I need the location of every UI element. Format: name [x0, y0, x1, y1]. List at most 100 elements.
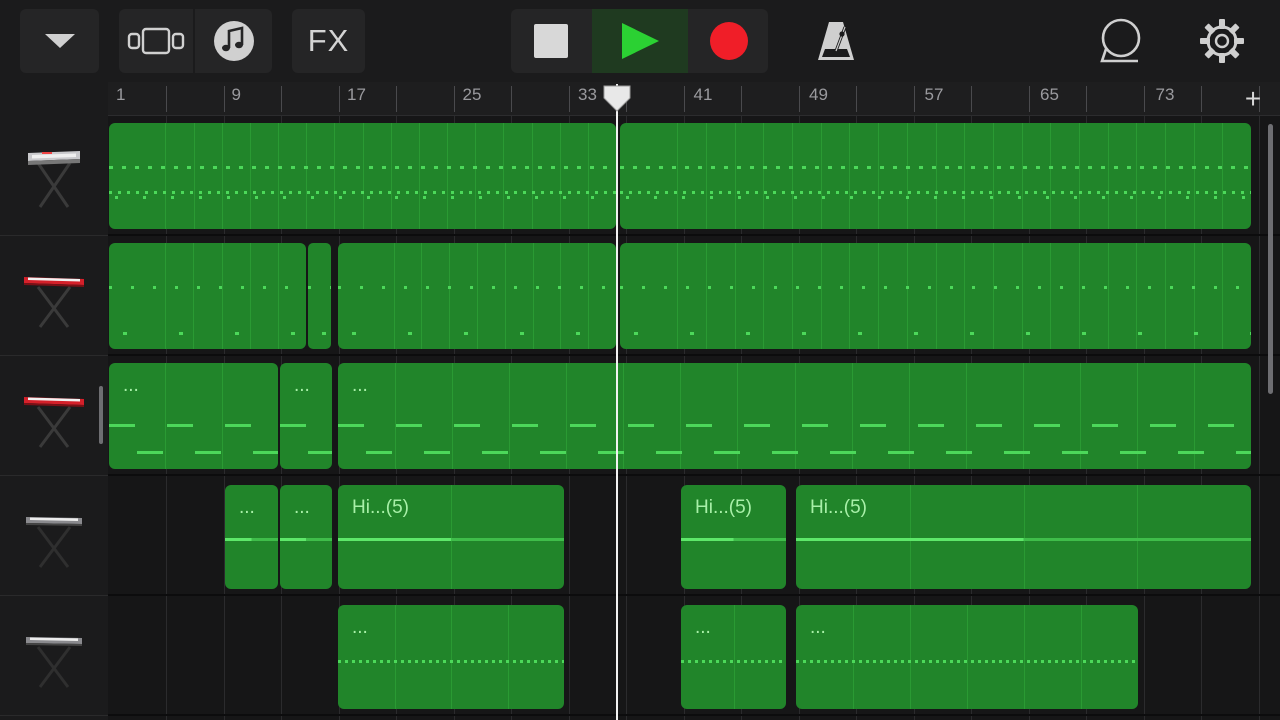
play-icon [622, 23, 659, 59]
ruler-tick [1028, 86, 1030, 112]
ruler-tick [913, 86, 915, 112]
region-loop-divider [1050, 123, 1052, 229]
midi-notes [338, 424, 1251, 427]
playhead-handle[interactable] [602, 84, 632, 114]
region[interactable]: ... [225, 485, 278, 589]
track-header-2[interactable] [0, 236, 108, 356]
ruler-tick [1201, 86, 1202, 112]
track-lane-3: ... ... ... [108, 356, 1280, 476]
region[interactable]: ... [681, 605, 786, 709]
play-button[interactable] [592, 9, 688, 73]
track-lane-2 [108, 236, 1280, 356]
ruler-bar-number: 17 [347, 85, 366, 104]
midi-notes [620, 332, 1251, 335]
midi-notes [109, 196, 616, 199]
region-loop-divider [451, 485, 452, 589]
region-loop-divider [503, 123, 505, 229]
region[interactable]: ... [280, 363, 332, 469]
track-header-5[interactable] [0, 596, 108, 716]
transport-controls [511, 9, 768, 73]
region[interactable] [620, 243, 1251, 349]
region-label: ... [123, 375, 139, 396]
stop-button[interactable] [511, 9, 591, 73]
midi-notes [620, 191, 1251, 194]
browser-button[interactable] [20, 9, 99, 73]
region-loop-divider [278, 123, 279, 229]
region-loop-divider [964, 123, 966, 229]
loops-button[interactable] [195, 9, 272, 73]
region[interactable] [308, 243, 331, 349]
region-loop-divider [1136, 123, 1138, 229]
region-loop-divider [906, 123, 908, 229]
region-loop-divider [706, 123, 708, 229]
midi-notes [109, 424, 278, 427]
midi-notes [109, 166, 616, 169]
region-label: ... [239, 497, 255, 518]
region-loop-divider [1222, 123, 1224, 229]
region[interactable] [338, 243, 616, 349]
gear-icon [1200, 19, 1244, 63]
midi-notes [109, 286, 306, 289]
region[interactable] [109, 123, 616, 229]
region[interactable]: ... [338, 605, 564, 709]
region-loop-divider [334, 123, 336, 229]
vertical-scroll-indicator[interactable] [1268, 124, 1273, 394]
region-loop-divider [418, 123, 420, 229]
tracks-view-button[interactable] [119, 9, 193, 73]
region-label: ... [352, 617, 368, 638]
record-button[interactable] [689, 9, 768, 73]
track-header-3[interactable] [0, 356, 108, 476]
region[interactable]: Hi...(5) [338, 485, 564, 589]
track-header-1[interactable] [0, 116, 108, 236]
region-loop-divider [1081, 605, 1082, 709]
metronome-icon [818, 22, 854, 60]
region-loop-divider [475, 123, 477, 229]
ruler-tick [798, 86, 800, 112]
region-loop-divider [992, 123, 994, 229]
track-list-scroll-indicator [99, 386, 103, 444]
region-label: ... [294, 375, 310, 396]
ruler-tick [453, 86, 455, 112]
ruler-tick [166, 86, 167, 112]
midi-notes [338, 286, 616, 289]
add-section-button[interactable]: + [1240, 85, 1266, 113]
region[interactable]: Hi...(5) [681, 485, 786, 589]
midi-notes [796, 538, 1251, 541]
region[interactable]: ... [109, 363, 278, 469]
region-loop-divider [677, 123, 679, 229]
region-loop-divider [1023, 485, 1025, 589]
record-icon [709, 22, 748, 60]
region-loop-divider [1024, 605, 1025, 709]
region[interactable]: ... [796, 605, 1138, 709]
midi-notes [280, 424, 332, 427]
track-header-4[interactable] [0, 476, 108, 596]
ruler-bar-number: 33 [578, 85, 597, 104]
region-loop-divider [734, 123, 736, 229]
loop-browser-button[interactable] [1088, 9, 1154, 73]
region-loop-divider [221, 123, 223, 229]
midi-notes [620, 196, 1251, 199]
region-loop-divider [390, 123, 392, 229]
ruler-bar-number: 1 [116, 85, 126, 104]
region[interactable]: ... [280, 485, 332, 589]
midi-notes [620, 286, 1251, 289]
midi-notes [338, 538, 564, 541]
region-label: ... [352, 375, 368, 396]
music-note-icon [213, 21, 254, 61]
timeline-ruler[interactable]: 1 9 17 25 33 41 49 57 65 73 [108, 82, 1280, 116]
fx-button[interactable]: FX [292, 9, 365, 73]
settings-button[interactable] [1190, 9, 1254, 73]
metronome-button[interactable] [800, 9, 872, 73]
synth-keyboard-silver-icon [28, 150, 80, 208]
region-loop-divider [1107, 123, 1109, 229]
region-loop-divider [507, 605, 509, 709]
region[interactable]: Hi...(5) [796, 485, 1251, 589]
region-label: ... [294, 497, 310, 518]
region[interactable]: ... [338, 363, 1251, 469]
ruler-bar-number: 73 [1155, 85, 1175, 104]
tracks-area[interactable]: ... ... ... ... ... Hi...(5) Hi...(5) Hi… [108, 116, 1280, 720]
region-loop-divider [1021, 123, 1023, 229]
region[interactable] [620, 123, 1251, 229]
region[interactable] [109, 243, 306, 349]
midi-notes [109, 451, 278, 454]
